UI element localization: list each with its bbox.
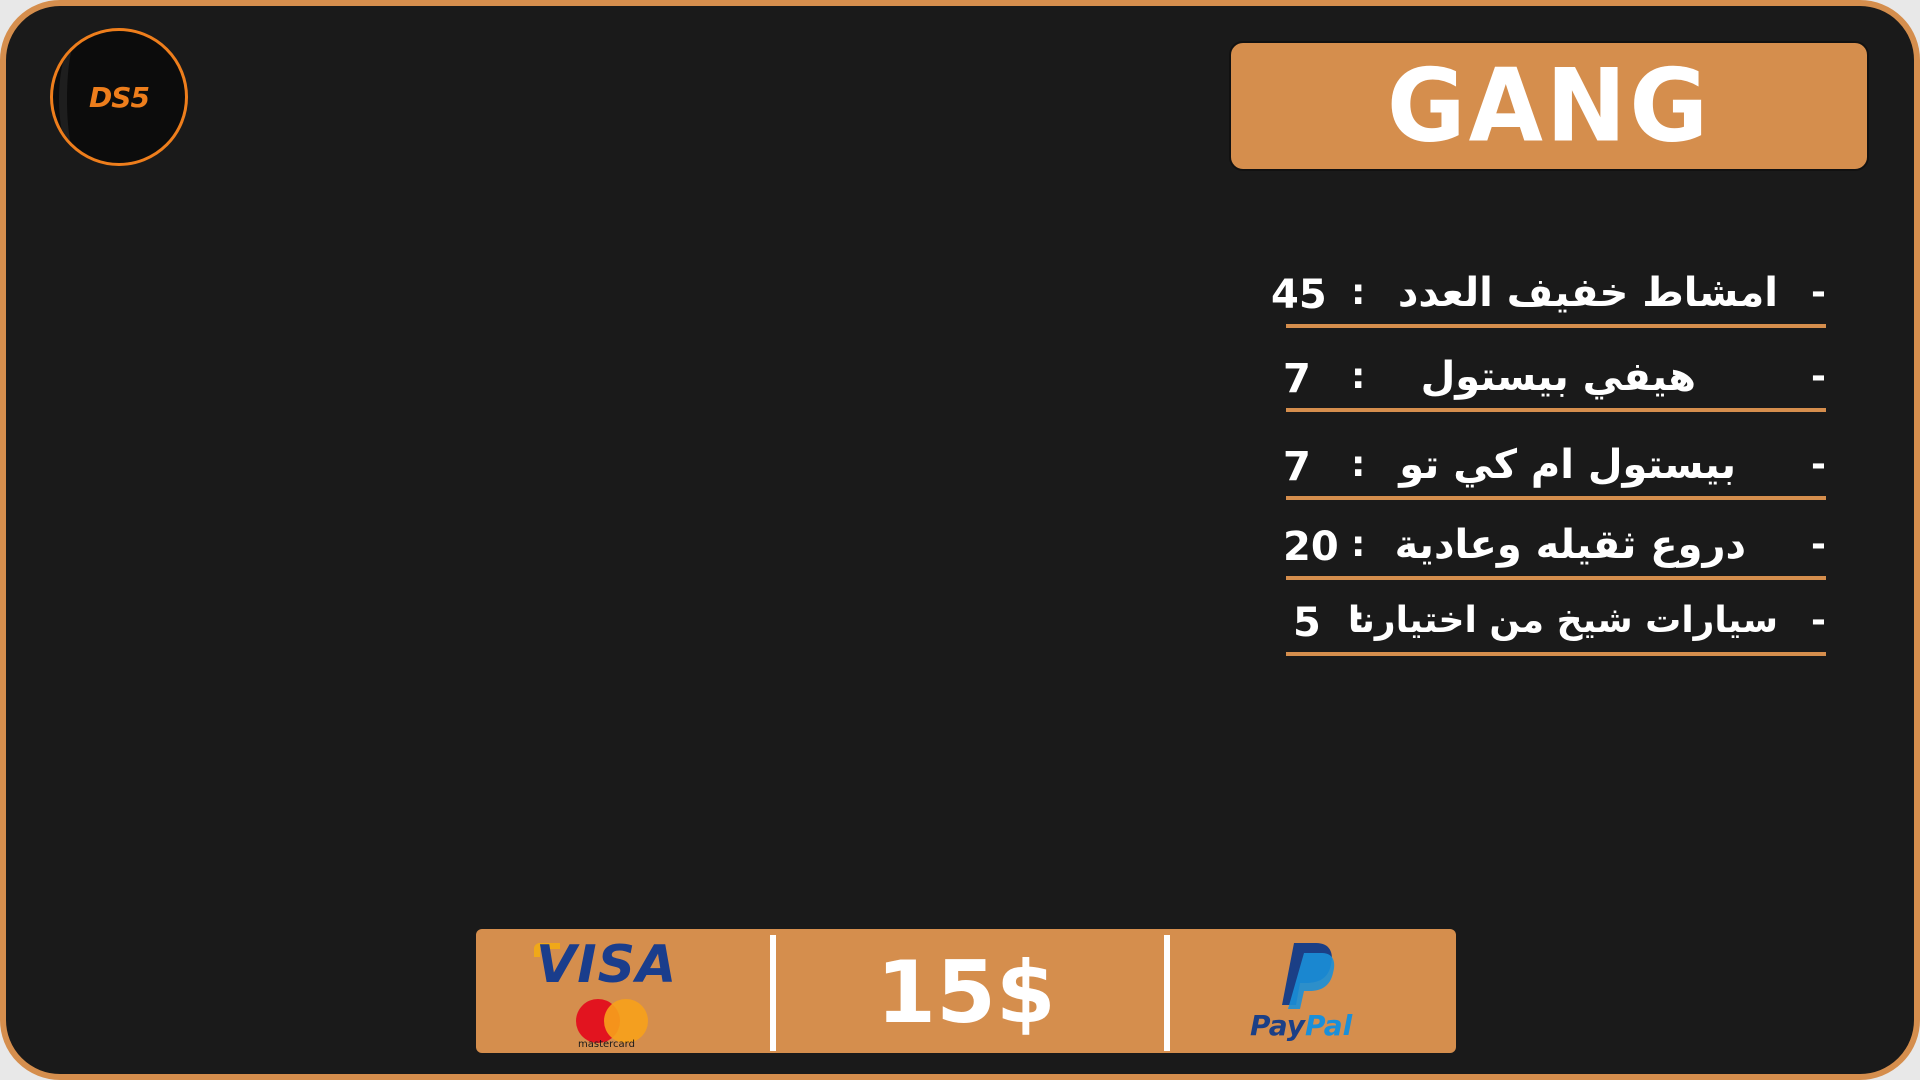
list-item: - بيستول ام كي تو : 7	[1271, 436, 1826, 500]
item-label: دروع ثقيله وعادية	[1394, 522, 1746, 568]
visa-logo-icon: VISA	[536, 935, 678, 995]
item-label: سيارات شيخ من اختيارنا	[1347, 600, 1778, 641]
item-value: 5	[1293, 600, 1321, 646]
item-colon: :	[1351, 356, 1366, 397]
item-label: بيستول ام كي تو	[1399, 442, 1736, 488]
list-item: - دروع ثقيله وعادية : 20	[1271, 516, 1826, 580]
item-divider	[1286, 496, 1826, 500]
item-divider	[1286, 652, 1826, 656]
paypal-text: PayPal	[1250, 1009, 1352, 1042]
list-item: - سيارات شيخ من اختيارنا : 5	[1271, 592, 1826, 656]
item-value: 7	[1283, 444, 1311, 490]
item-colon: :	[1351, 272, 1366, 313]
item-divider	[1286, 324, 1826, 328]
price: 15$	[876, 943, 1056, 1043]
paypal-pay-text: Pay	[1250, 1009, 1306, 1042]
item-value: 45	[1271, 272, 1327, 318]
list-item: - امشاط خفيف العدد : 45	[1271, 264, 1826, 328]
item-colon: :	[1351, 444, 1366, 485]
ds5-logo-icon: DS5	[50, 28, 188, 166]
paypal-logo-icon	[1282, 943, 1335, 1009]
item-divider	[1286, 576, 1826, 580]
payment-bar: VISA mastercard 15$ PayPal	[476, 929, 1456, 1053]
logo-text: DS5	[89, 80, 150, 114]
mastercard-logo-icon	[576, 999, 648, 1043]
item-dash: -	[1811, 524, 1826, 565]
item-dash: -	[1811, 356, 1826, 397]
mastercard-text: mastercard	[578, 1039, 635, 1050]
item-dash: -	[1811, 444, 1826, 485]
page-title: GANG	[1386, 47, 1712, 165]
product-card: DS5 GANG - امشاط خفيف العدد : 45 - هيفي …	[0, 0, 1920, 1080]
item-colon: :	[1351, 524, 1366, 565]
item-label: امشاط خفيف العدد	[1397, 270, 1778, 316]
title-banner: GANG	[1229, 41, 1869, 171]
item-value: 7	[1283, 356, 1311, 402]
item-label: هيفي بيستول	[1420, 354, 1696, 400]
item-dash: -	[1811, 600, 1826, 641]
item-dash: -	[1811, 272, 1826, 313]
item-value: 20	[1283, 524, 1339, 570]
item-divider	[1286, 408, 1826, 412]
item-colon: :	[1351, 600, 1366, 641]
payment-divider	[1164, 935, 1170, 1051]
mastercard-yellow-circle	[604, 999, 648, 1043]
list-item: - هيفي بيستول : 7	[1271, 348, 1826, 412]
paypal-pal-text: Pal	[1305, 1009, 1353, 1042]
